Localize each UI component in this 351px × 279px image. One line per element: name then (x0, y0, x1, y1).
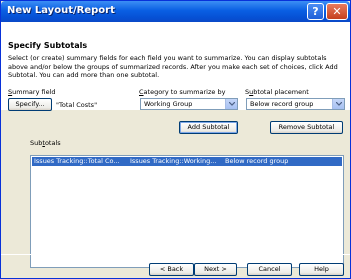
placement-label: Subtotal placement (245, 88, 309, 96)
back-button[interactable]: < Back (149, 263, 194, 276)
new-layout-report-dialog: New Layout/Report ? ✕ Specify Subtotals … (0, 0, 351, 279)
chevron-down-icon[interactable] (332, 99, 344, 109)
subtotal-placement-cell: Below record group (225, 157, 289, 165)
section-description: Select (or create) summary fields for ea… (8, 54, 338, 79)
help-icon[interactable]: ? (307, 3, 324, 20)
placement-select[interactable]: Below record group (246, 98, 345, 110)
help-button[interactable]: Help (299, 263, 344, 276)
chevron-down-icon[interactable] (225, 99, 237, 109)
remove-subtotal-button[interactable]: Remove Subtotal (270, 121, 343, 134)
category-label: Category to summarize by (139, 88, 226, 96)
subtotal-category-cell: Issues Tracking::Working... (130, 157, 217, 165)
category-selected-value: Working Group (144, 100, 193, 108)
add-subtotal-button[interactable]: Add Subtotal (179, 121, 238, 134)
section-title: Specify Subtotals (8, 41, 88, 50)
specify-button[interactable]: Specify... (8, 98, 52, 111)
cancel-button[interactable]: Cancel (247, 263, 292, 276)
summary-field-label: Summary field (8, 88, 56, 96)
subtotal-field-cell: Issues Tracking::Total Co... (34, 157, 120, 165)
window-title: New Layout/Report (7, 5, 115, 16)
footer-divider (1, 254, 350, 255)
close-icon[interactable]: ✕ (326, 3, 348, 20)
placement-selected-value: Below record group (250, 100, 314, 108)
next-button[interactable]: Next > (194, 263, 237, 276)
list-item[interactable]: Issues Tracking::Total Co... Issues Trac… (32, 157, 342, 166)
subtotals-list[interactable]: Issues Tracking::Total Co... Issues Trac… (30, 155, 344, 268)
summary-field-value: "Total Costs" (56, 101, 98, 109)
category-select[interactable]: Working Group (140, 98, 238, 110)
title-bar[interactable]: New Layout/Report ? ✕ (1, 1, 350, 22)
subtotals-label: Subtotals (30, 139, 61, 147)
